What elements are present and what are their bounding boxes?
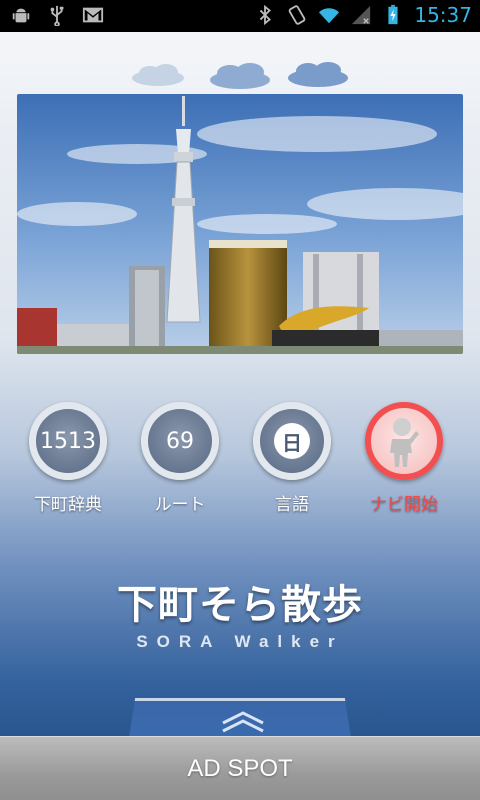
skytree-illustration [17,94,463,354]
logo-subtitle: SORA Walker [136,632,344,651]
menu-item-dictionary[interactable]: 1513 下町辞典 [13,402,123,515]
gmail-icon [82,7,104,23]
android-debug-icon [12,8,30,23]
status-bar: 15:37 [0,0,480,32]
app-screen: 1513 下町辞典 69 ルート 日 言語 ナビ開始 下町そら散歩 SORA W… [0,32,480,800]
menu-row: 1513 下町辞典 69 ルート 日 言語 ナビ開始 [0,402,480,522]
battery-charging-icon [388,4,398,25]
ad-label: AD SPOT [187,754,293,782]
dictionary-button[interactable]: 1513 [29,402,107,480]
language-label: 言語 [275,495,309,515]
skyline-photo [17,94,463,354]
menu-item-navi[interactable]: ナビ開始 [349,402,459,515]
usb-icon [50,5,64,26]
ad-banner[interactable]: AD SPOT [0,736,480,800]
route-button[interactable]: 69 [141,402,219,480]
clock: 15:37 [414,3,472,27]
dictionary-label: 下町辞典 [34,495,102,515]
language-button[interactable]: 日 [253,402,331,480]
person-icon [390,418,419,467]
menu-item-route[interactable]: 69 ルート [125,402,235,515]
dictionary-count: 1513 [40,428,96,454]
menu-item-language[interactable]: 日 言語 [237,402,347,515]
route-count: 69 [166,428,194,454]
clouds-decoration [132,62,348,89]
chevron-up-icon [222,711,264,733]
language-icon: 日 [274,423,310,459]
route-label: ルート [154,495,206,515]
navi-start-label: ナビ開始 [370,495,438,515]
logo-title: 下町そら散歩 [117,582,363,628]
signal-icon [352,5,371,25]
rotate-icon [289,5,306,25]
navi-start-button[interactable] [365,402,443,480]
notification-icons [10,4,104,26]
wifi-icon [319,8,340,24]
app-logo: 下町そら散歩 SORA Walker [0,572,480,652]
bluetooth-icon [260,4,272,26]
system-icons: 15:37 [254,3,472,27]
